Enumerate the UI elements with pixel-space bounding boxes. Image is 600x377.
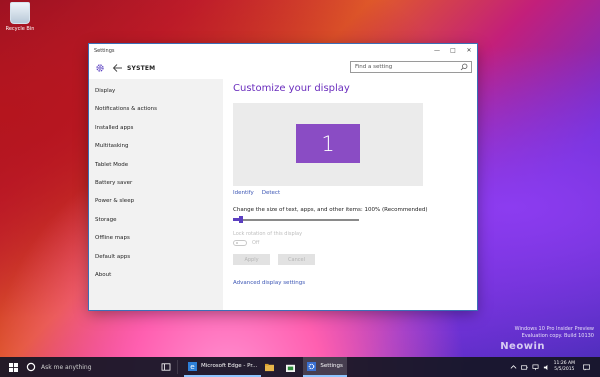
advanced-display-settings-link[interactable]: Advanced display settings xyxy=(233,280,477,286)
taskbar-app-settings-label: Settings xyxy=(320,363,343,369)
recycle-bin-label: Recycle Bin xyxy=(5,26,35,32)
sidebar-item-multitasking[interactable]: Multitasking xyxy=(89,137,223,155)
window-title: Settings xyxy=(94,47,115,54)
svg-text:e: e xyxy=(190,362,195,371)
cortana-icon[interactable] xyxy=(26,362,36,372)
recycle-bin-desktop-icon[interactable]: Recycle Bin xyxy=(2,2,38,32)
search-icon[interactable] xyxy=(460,63,468,71)
task-view-icon[interactable] xyxy=(161,363,171,371)
edge-icon: e xyxy=(188,361,197,371)
lock-rotation-label: Lock rotation of this display xyxy=(233,231,303,237)
battery-icon[interactable] xyxy=(520,364,528,371)
build-watermark: Windows 10 Pro Insider Preview Evaluatio… xyxy=(515,326,594,340)
action-center-icon[interactable] xyxy=(583,364,590,371)
cancel-button[interactable]: Cancel xyxy=(278,254,315,265)
taskbar-app-edge-label: Microsoft Edge - Pr... xyxy=(201,363,258,369)
toggle-knob xyxy=(236,242,238,244)
taskbar-app-edge[interactable]: e Microsoft Edge - Pr... xyxy=(184,357,262,377)
windows-logo-icon xyxy=(8,362,18,372)
start-button[interactable] xyxy=(0,357,26,377)
store-icon xyxy=(286,364,296,372)
nav-bar: SYSTEM Find a setting xyxy=(89,57,477,79)
taskbar-app-settings[interactable]: Settings xyxy=(303,357,347,377)
taskbar-file-explorer[interactable] xyxy=(261,357,282,377)
title-bar[interactable]: Settings — □ ✕ xyxy=(89,44,477,57)
lock-rotation-toggle[interactable] xyxy=(233,240,247,246)
sidebar-item-battery-saver[interactable]: Battery saver xyxy=(89,174,223,192)
neowin-logo: Neowin xyxy=(500,341,545,352)
sidebar-item-tablet-mode[interactable]: Tablet Mode xyxy=(89,156,223,174)
gear-icon[interactable] xyxy=(95,63,105,73)
network-icon[interactable] xyxy=(532,364,539,371)
taskbar-store[interactable] xyxy=(282,357,303,377)
search-input[interactable]: Find a setting xyxy=(351,64,460,70)
apply-button[interactable]: Apply xyxy=(233,254,270,265)
display-links: Identify Detect xyxy=(233,190,477,196)
slider-track xyxy=(233,219,359,221)
show-hidden-icons-icon[interactable] xyxy=(510,364,517,371)
settings-window: Settings — □ ✕ SYSTEM Find a setting Dis… xyxy=(89,44,477,310)
lock-rotation-row: Off xyxy=(233,240,477,246)
sidebar: Display Notifications & actions Installe… xyxy=(89,79,223,310)
taskbar: Ask me anything e Microsoft Edge - Pr...… xyxy=(0,357,600,377)
system-tray: 11:26 AM 5/5/2015 xyxy=(510,361,600,373)
cortana-search-input[interactable]: Ask me anything xyxy=(41,364,153,371)
toggle-state: Off xyxy=(252,240,260,246)
maximize-button[interactable]: □ xyxy=(445,44,461,57)
window-controls: — □ ✕ xyxy=(429,44,477,57)
volume-icon[interactable] xyxy=(543,364,550,371)
monitor-tile[interactable]: 1 xyxy=(296,124,360,163)
section-title: SYSTEM xyxy=(127,64,156,72)
scale-label: Change the size of text, apps, and other… xyxy=(233,207,428,213)
search-box[interactable]: Find a setting xyxy=(350,61,472,73)
sidebar-item-default-apps[interactable]: Default apps xyxy=(89,248,223,266)
sidebar-item-offline-maps[interactable]: Offline maps xyxy=(89,229,223,247)
watermark-line-2: Evaluation copy. Build 10130 xyxy=(521,333,594,339)
settings-gear-icon xyxy=(307,361,317,371)
scale-slider[interactable] xyxy=(233,216,359,223)
sidebar-item-notifications[interactable]: Notifications & actions xyxy=(89,100,223,118)
sidebar-item-storage[interactable]: Storage xyxy=(89,211,223,229)
watermark-line-1: Windows 10 Pro Insider Preview xyxy=(514,326,594,332)
clock-date: 5/5/2015 xyxy=(554,367,575,372)
recycle-bin-icon xyxy=(10,2,30,24)
content-area: Display Notifications & actions Installe… xyxy=(89,79,477,310)
clock[interactable]: 11:26 AM 5/5/2015 xyxy=(554,361,575,373)
page-title: Customize your display xyxy=(233,83,350,94)
sidebar-item-display[interactable]: Display xyxy=(89,82,223,100)
identify-link[interactable]: Identify xyxy=(233,190,254,196)
back-arrow-icon[interactable] xyxy=(112,63,123,73)
main-panel: Customize your display 1 Identify Detect… xyxy=(223,79,477,310)
sidebar-item-installed-apps[interactable]: Installed apps xyxy=(89,119,223,137)
slider-thumb[interactable] xyxy=(239,216,243,223)
minimize-button[interactable]: — xyxy=(429,44,445,57)
detect-link[interactable]: Detect xyxy=(262,190,280,196)
sidebar-item-about[interactable]: About xyxy=(89,266,223,284)
sidebar-item-power-sleep[interactable]: Power & sleep xyxy=(89,192,223,210)
folder-icon xyxy=(265,363,275,371)
display-preview: 1 xyxy=(233,103,423,186)
close-button[interactable]: ✕ xyxy=(461,44,477,57)
button-row: Apply Cancel xyxy=(233,254,477,265)
taskbar-separator xyxy=(177,360,178,374)
